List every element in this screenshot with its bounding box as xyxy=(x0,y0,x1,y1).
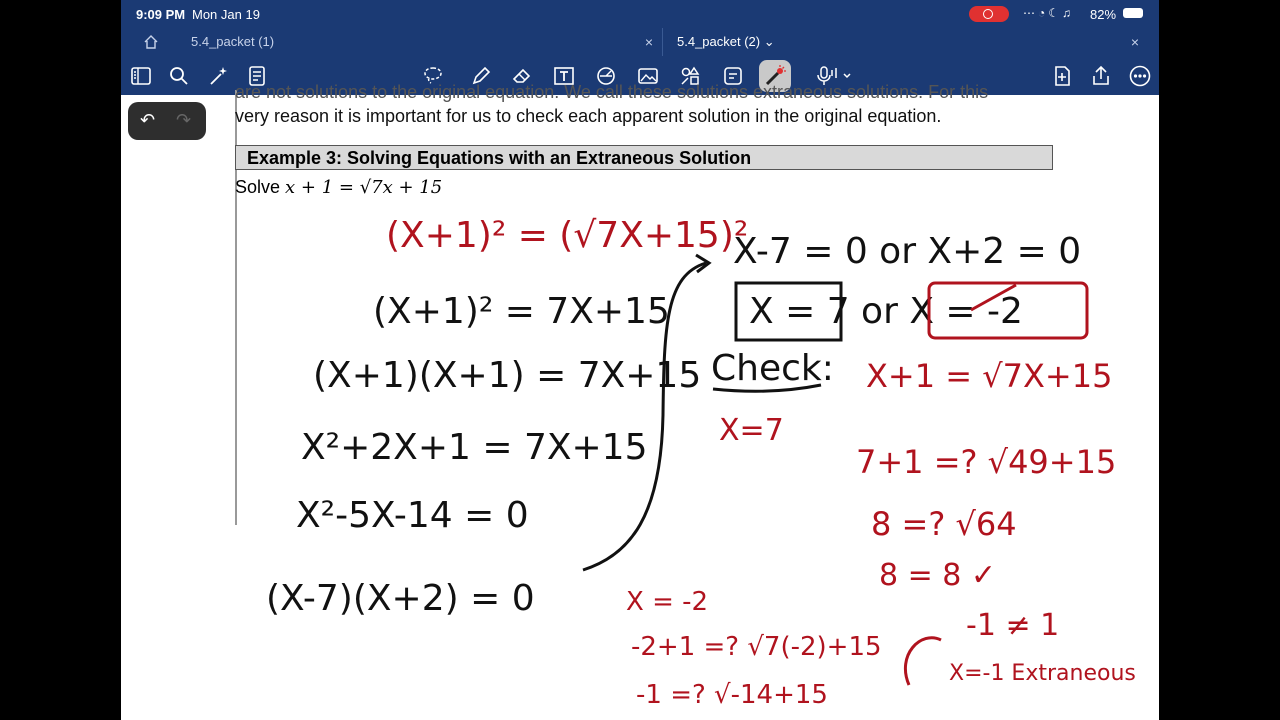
hw-step-4: X²+2X+1 = 7X+15 xyxy=(301,427,647,468)
date: Mon Jan 19 xyxy=(192,7,260,22)
add-page-icon[interactable] xyxy=(1050,64,1074,88)
tab-label: 5.4_packet (1) xyxy=(191,34,275,49)
battery-level: 82% xyxy=(1090,7,1117,22)
clock: 9:09 PM xyxy=(136,7,186,22)
tab-bar: 5.4_packet (1) × 5.4_packet (2) ⌄ × xyxy=(121,28,1159,56)
chevron-down-icon: ⌄ xyxy=(763,34,775,49)
tab-packet-2[interactable]: 5.4_packet (2) ⌄ xyxy=(677,28,775,56)
hw-roots: X = 7 or X = -2 xyxy=(749,291,1023,332)
tab-label: 5.4_packet (2) xyxy=(677,34,761,49)
hw-check7-1: 7+1 =? √49+15 xyxy=(856,443,1116,481)
hw-checkneg2-3: -1 =? √-14+15 xyxy=(636,680,828,710)
handwriting-layer: (X+1)² = (√7X+15)² (X+1)² = 7X+15 (X+1)(… xyxy=(266,215,1136,710)
screen-recording-indicator[interactable] xyxy=(969,6,1009,22)
redo-icon[interactable]: ↷ xyxy=(176,110,191,131)
wifi-icon: ⋯◔☾♫ xyxy=(1023,6,1075,20)
close-tab-icon[interactable]: × xyxy=(1128,35,1142,49)
tab-packet-1[interactable]: 5.4_packet (1) xyxy=(191,28,274,56)
more-icon[interactable] xyxy=(1128,64,1152,88)
hw-step-2: (X+1)² = 7X+15 xyxy=(373,291,670,332)
hw-step-5: X²-5X-14 = 0 xyxy=(296,495,529,536)
record-icon xyxy=(983,9,993,19)
hw-factors: X-7 = 0 or X+2 = 0 xyxy=(733,231,1081,272)
close-tab-icon[interactable]: × xyxy=(642,35,656,49)
hw-conclusion: X=-1 Extraneous xyxy=(949,661,1136,686)
share-icon[interactable] xyxy=(1089,64,1113,88)
hw-check7-3: 8 = 8 ✓ xyxy=(879,558,996,593)
hw-step-1: (X+1)² = (√7X+15)² xyxy=(386,215,748,256)
hw-check-label: Check: xyxy=(711,348,834,389)
document-page[interactable]: are not solutions to the original equati… xyxy=(121,82,1159,720)
search-icon[interactable] xyxy=(167,64,191,88)
tab-divider xyxy=(662,28,663,56)
undo-redo-panel: ↶ ↷ xyxy=(128,102,206,140)
hw-result: -1 ≠ 1 xyxy=(966,608,1059,643)
hw-check-x: X=7 xyxy=(719,413,784,448)
undo-icon[interactable]: ↶ xyxy=(140,110,155,131)
hw-step-3: (X+1)(X+1) = 7X+15 xyxy=(313,355,701,396)
hw-checkneg2-1: X = -2 xyxy=(626,587,708,617)
red-arrow xyxy=(903,636,942,686)
status-bar: 9:09 PM Mon Jan 19 ⋯◔☾♫ 82% xyxy=(121,0,1159,28)
magic-icon[interactable] xyxy=(207,64,231,88)
battery-icon xyxy=(1123,8,1143,18)
hw-check7-2: 8 =? √64 xyxy=(871,505,1017,543)
hw-checkneg2-2: -2+1 =? √7(-2)+15 xyxy=(631,632,882,662)
sidebar-icon[interactable] xyxy=(129,64,153,88)
ipad-screen: 9:09 PM Mon Jan 19 ⋯◔☾♫ 82% 5.4_packet (… xyxy=(121,0,1159,720)
home-icon[interactable] xyxy=(143,34,159,50)
hw-check-equation: X+1 = √7X+15 xyxy=(866,357,1112,395)
hw-step-6: (X-7)(X+2) = 0 xyxy=(266,578,535,619)
